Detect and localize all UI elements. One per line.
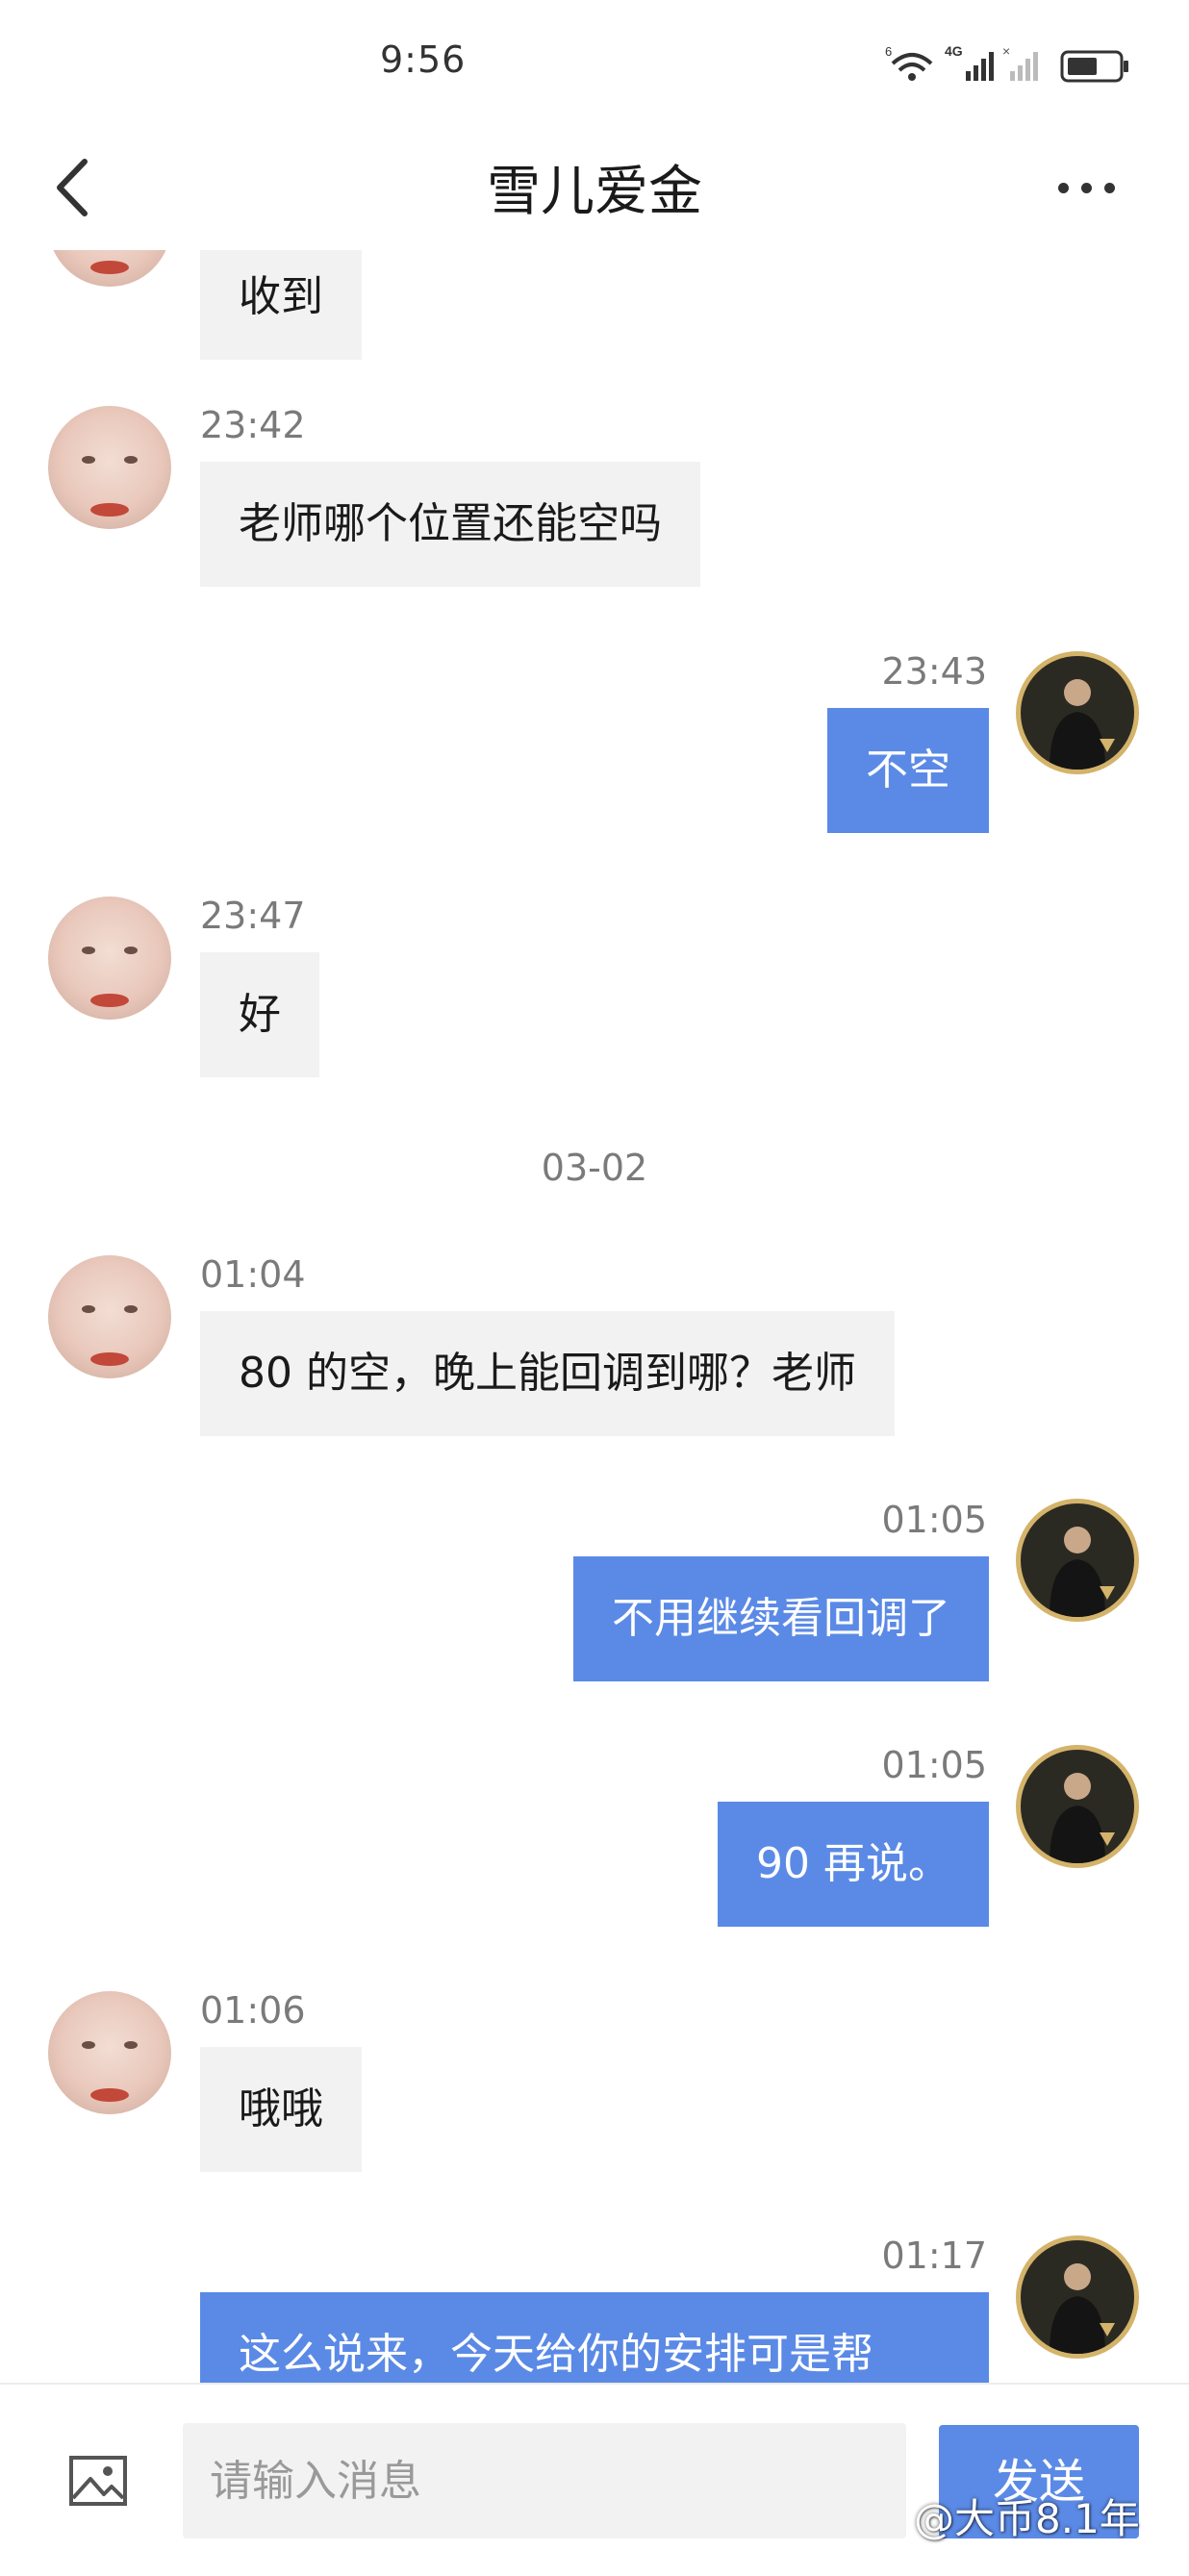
contact-avatar[interactable]: [48, 1255, 171, 1378]
contact-avatar[interactable]: [48, 897, 171, 1020]
message-bubble[interactable]: 哦哦: [200, 2047, 362, 2172]
message-time: 23:42: [200, 404, 306, 446]
message-list[interactable]: 收到 23:42 老师哪个位置还能空吗 23:43 不空 23:47 好 03-…: [0, 250, 1189, 2383]
input-bar: 发送: [0, 2383, 1189, 2576]
user-avatar[interactable]: [1016, 1745, 1139, 1868]
status-bar: 9:56 6 4G ×: [0, 0, 1189, 125]
contact-avatar[interactable]: [48, 1991, 171, 2114]
svg-text:×: ×: [1002, 43, 1010, 59]
message-time: 01:04: [200, 1253, 306, 1296]
message-bubble[interactable]: 不用继续看回调了: [573, 1556, 989, 1681]
watermark-text: @大币8.1年: [914, 2495, 1140, 2542]
chat-title: 雪儿爱金: [487, 161, 702, 223]
network-label: 4G: [945, 43, 963, 59]
sim-label: 6: [885, 44, 892, 59]
more-dots-icon: [1058, 183, 1069, 193]
message-time: 01:06: [200, 1989, 306, 2032]
image-button[interactable]: [67, 2450, 129, 2512]
message-time: 01:05: [881, 1744, 987, 1786]
status-time: 9:56: [380, 38, 467, 81]
user-avatar[interactable]: [1016, 651, 1139, 774]
wifi-icon: [891, 53, 933, 81]
battery-icon: [1060, 50, 1128, 83]
message-time: 01:17: [881, 2235, 987, 2277]
signal-empty-icon: ×: [1002, 43, 1038, 81]
message-bubble[interactable]: 这么说来，今天给你的安排可是帮: [200, 2292, 989, 2383]
image-icon: [69, 2456, 127, 2506]
message-bubble[interactable]: 老师哪个位置还能空吗: [200, 462, 700, 587]
status-icons: 6 4G ×: [885, 43, 1128, 83]
message-time: 01:05: [881, 1499, 987, 1541]
message-input[interactable]: [183, 2423, 906, 2538]
contact-avatar[interactable]: [48, 250, 171, 287]
message-bubble[interactable]: 不空: [827, 708, 989, 833]
message-bubble[interactable]: 90 再说。: [718, 1802, 989, 1927]
signal-icon: [966, 52, 994, 81]
message-time: 23:47: [200, 895, 306, 937]
user-avatar[interactable]: [1016, 2235, 1139, 2359]
user-avatar[interactable]: [1016, 1499, 1139, 1622]
more-button[interactable]: [1049, 173, 1126, 202]
message-time: 23:43: [881, 650, 987, 693]
message-bubble[interactable]: 好: [200, 952, 319, 1077]
message-bubble[interactable]: 80 的空，晚上能回调到哪？老师: [200, 1311, 895, 1436]
contact-avatar[interactable]: [48, 406, 171, 529]
date-divider: 03-02: [541, 1147, 648, 1189]
chat-header: 雪儿爱金: [0, 125, 1189, 250]
message-bubble[interactable]: 收到: [200, 250, 362, 360]
